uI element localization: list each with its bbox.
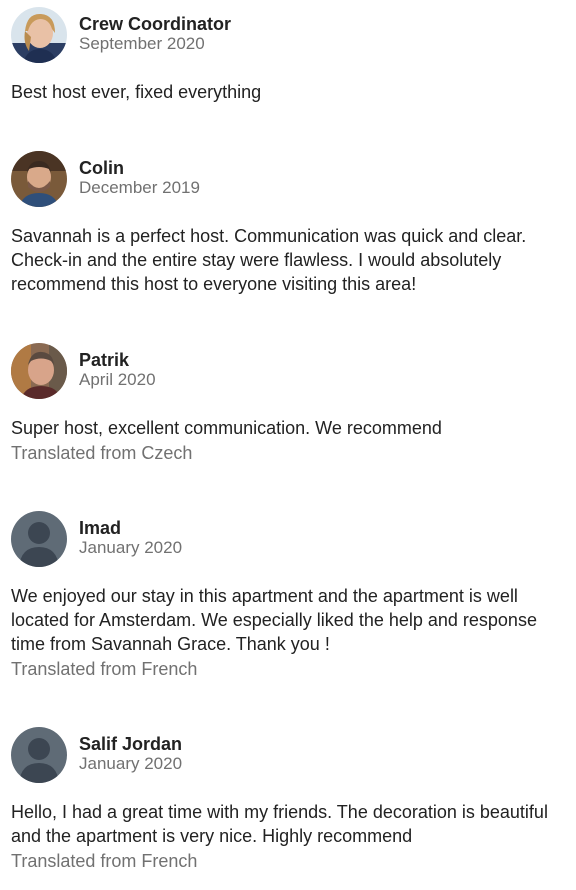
review-date: January 2020 <box>79 754 183 773</box>
review-date: January 2020 <box>79 538 183 557</box>
avatar[interactable] <box>11 151 67 207</box>
translation-note: Translated from French <box>11 659 198 679</box>
user-photo-icon <box>11 7 67 63</box>
avatar[interactable] <box>11 7 67 63</box>
review-text: Hello, I had a great time with my friend… <box>11 802 548 846</box>
review-item: Colin December 2019 Savannah is a perfec… <box>11 151 566 296</box>
review-header: Patrik April 2020 <box>11 343 566 399</box>
review-text: Super host, excellent communication. We … <box>11 418 442 438</box>
review-header: Colin December 2019 <box>11 151 566 207</box>
translation-note: Translated from Czech <box>11 443 193 463</box>
default-user-icon <box>11 727 67 783</box>
review-header: Salif Jordan January 2020 <box>11 727 566 783</box>
review-item: Salif Jordan January 2020 Hello, I had a… <box>11 727 566 874</box>
translation-note: Translated from French <box>11 851 198 871</box>
review-item: Patrik April 2020 Super host, excellent … <box>11 343 566 466</box>
review-header: Imad January 2020 <box>11 511 566 567</box>
review-date: April 2020 <box>79 370 156 389</box>
review-item: Imad January 2020 We enjoyed our stay in… <box>11 511 566 682</box>
review-text: Savannah is a perfect host. Communicatio… <box>11 226 527 294</box>
reviewer-name: Patrik <box>79 350 130 370</box>
reviewer-name: Imad <box>79 518 122 538</box>
review-header: Crew Coordinator September 2020 <box>11 7 566 63</box>
reviewer-name: Crew Coordinator <box>79 14 232 34</box>
reviewer-name: Colin <box>79 158 124 178</box>
default-user-icon <box>11 511 67 567</box>
review-text: We enjoyed our stay in this apartment an… <box>11 586 537 654</box>
review-date: December 2019 <box>79 178 200 197</box>
review-date: September 2020 <box>79 34 205 53</box>
avatar[interactable] <box>11 727 67 783</box>
user-photo-icon <box>11 151 67 207</box>
review-text: Best host ever, fixed everything <box>11 82 262 102</box>
review-item: Crew Coordinator September 2020 Best hos… <box>11 7 566 104</box>
reviewer-name: Salif Jordan <box>79 734 183 754</box>
user-photo-icon <box>11 343 67 399</box>
avatar[interactable] <box>11 511 67 567</box>
avatar[interactable] <box>11 343 67 399</box>
